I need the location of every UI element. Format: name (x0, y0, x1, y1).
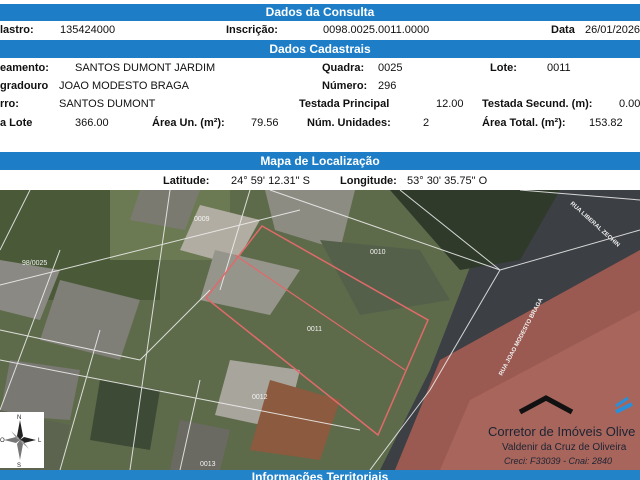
lot-label: 0011 (307, 326, 322, 333)
cadastrais-row-4: a Lote 366.00 Área Un. (m²): 79.56 Núm. … (0, 115, 640, 132)
num-unidades-label: Núm. Unidades: (307, 117, 391, 129)
section-header-mapa: Mapa de Localização (0, 152, 640, 170)
localizacao-row: Latitude: 24° 59' 12.31" S Longitude: 53… (0, 173, 640, 190)
bairro-label: rro: (0, 98, 19, 110)
num-unidades-value: 2 (423, 117, 430, 129)
quadra-value: 0025 (378, 62, 403, 74)
latitude-label: Latitude: (163, 175, 210, 187)
cadastrais-row-2: gradouro JOAO MODESTO BRAGA Número: 296 (0, 78, 640, 95)
area-un-label: Área Un. (m²): (152, 117, 225, 129)
lote-value: 0011 (547, 62, 571, 74)
data-label: Data (551, 24, 575, 36)
section-title: Informações Territoriais (251, 470, 389, 480)
street-label: RUA LIBERAL ZECHIN (569, 201, 621, 249)
section-title: Mapa de Localização (260, 154, 380, 168)
cadastrais-row-3: rro: SANTOS DUMONT Testada Principal 12.… (0, 96, 640, 113)
compass-rose: N S L O (0, 412, 44, 469)
cadastrais-row-1: eamento: SANTOS DUMONT JARDIM Quadra: 00… (0, 60, 640, 77)
inscricao-label: Inscrição: (226, 24, 278, 36)
numero-label: Número: (322, 80, 368, 92)
section-header-cadastrais: Dados Cadastrais (0, 40, 640, 58)
watermark-name: Valdenir da Cruz de Oliveira (502, 442, 627, 453)
testada-principal-label: Testada Principal (299, 98, 390, 110)
section-header-consulta: Dados da Consulta (0, 4, 640, 21)
watermark-creci: Creci: F33039 - Cnai: 2840 (504, 456, 613, 466)
quadra-label: Quadra: (322, 62, 365, 74)
compass-letter: L (38, 438, 42, 444)
section-title: Dados da Consulta (265, 5, 375, 19)
data-value: 26/01/2026 (585, 24, 640, 36)
lot-label: 0012 (252, 394, 268, 401)
section-title: Dados Cadastrais (269, 42, 371, 56)
watermark: Corretor de Imóveis Olive Valdenir da Cr… (488, 394, 640, 474)
compass-letter: O (0, 438, 5, 444)
logo-house-icon (518, 395, 633, 415)
bairro-value: SANTOS DUMONT (59, 98, 156, 110)
section-header-territoriais: Informações Territoriais (0, 470, 640, 480)
inscricao-value: 0098.0025.0011.0000 (323, 24, 430, 36)
testada-secund-label: Testada Secund. (m): (482, 98, 593, 110)
longitude-label: Longitude: (340, 175, 397, 187)
compass-letter: N (17, 415, 21, 421)
consulta-row: lastro: 135424000 Inscrição: 0098.0025.0… (0, 22, 640, 39)
loteamento-value: SANTOS DUMONT JARDIM (75, 62, 216, 74)
lot-label: 98/0025 (22, 260, 47, 267)
testada-secund-value: 0.00 (619, 98, 640, 110)
logradouro-value: JOAO MODESTO BRAGA (59, 80, 189, 92)
testada-principal-value: 12.00 (436, 98, 464, 110)
area-lote-label: a Lote (0, 117, 33, 129)
numero-value: 296 (378, 80, 397, 92)
lote-label: Lote: (490, 62, 517, 74)
logradouro-label: gradouro (0, 80, 49, 92)
area-lote-value: 366.00 (75, 117, 109, 129)
compass-letter: S (17, 463, 21, 468)
watermark-title: Corretor de Imóveis Olive (488, 424, 636, 439)
street-label: RUA JOAO MODESTO BRAGA (498, 297, 544, 377)
loteamento-label: eamento: (0, 62, 49, 74)
lot-label: 0010 (370, 249, 386, 256)
area-total-value: 153.82 (589, 117, 623, 129)
lot-label: 0009 (194, 216, 210, 223)
compass-icon: N S L O (0, 415, 42, 469)
latitude-value: 24° 59' 12.31" S (231, 175, 310, 187)
area-un-value: 79.56 (251, 117, 279, 129)
cadastro-value: 135424000 (60, 24, 116, 36)
area-total-label: Área Total. (m²): (482, 117, 566, 129)
lot-label: 0013 (200, 461, 216, 468)
longitude-value: 53° 30' 35.75" O (407, 175, 488, 187)
cadastro-label: lastro: (0, 24, 34, 36)
